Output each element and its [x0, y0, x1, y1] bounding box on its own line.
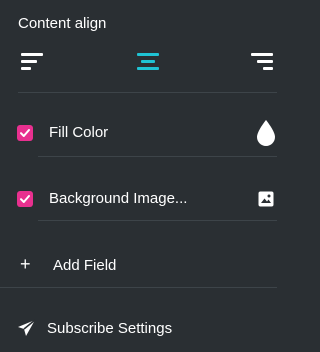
- field-row-fill-color: Fill Color: [0, 118, 295, 148]
- align-left-button[interactable]: [20, 50, 46, 74]
- fill-color-checkbox[interactable]: [17, 125, 33, 141]
- divider: [18, 92, 277, 93]
- align-right-icon: [251, 53, 273, 70]
- add-field-label: Add Field: [53, 257, 117, 274]
- checkmark-icon: [20, 129, 30, 137]
- image-icon[interactable]: [258, 191, 274, 212]
- field-row-background-image: Background Image...: [0, 184, 295, 214]
- subscribe-settings-label: Subscribe Settings: [47, 320, 173, 337]
- plus-icon: +: [20, 254, 31, 274]
- add-field-button[interactable]: + Add Field: [0, 252, 295, 280]
- divider: [38, 156, 277, 157]
- send-icon: [17, 318, 37, 343]
- background-image-checkbox[interactable]: [17, 191, 33, 207]
- checkmark-icon: [20, 195, 30, 203]
- divider: [38, 220, 277, 221]
- align-right-button[interactable]: [248, 50, 274, 74]
- align-center-icon: [137, 53, 159, 70]
- settings-panel: Content align Fill Color Background Imag…: [0, 0, 295, 352]
- content-align-title: Content align: [18, 15, 107, 32]
- align-left-icon: [21, 53, 43, 70]
- droplet-icon[interactable]: [255, 119, 277, 152]
- content-align-options: [0, 50, 295, 74]
- background-image-label: Background Image...: [49, 190, 188, 207]
- fill-color-label: Fill Color: [49, 124, 109, 141]
- align-center-button[interactable]: [135, 50, 161, 74]
- subscribe-settings-button[interactable]: Subscribe Settings: [0, 315, 295, 343]
- divider: [0, 287, 277, 288]
